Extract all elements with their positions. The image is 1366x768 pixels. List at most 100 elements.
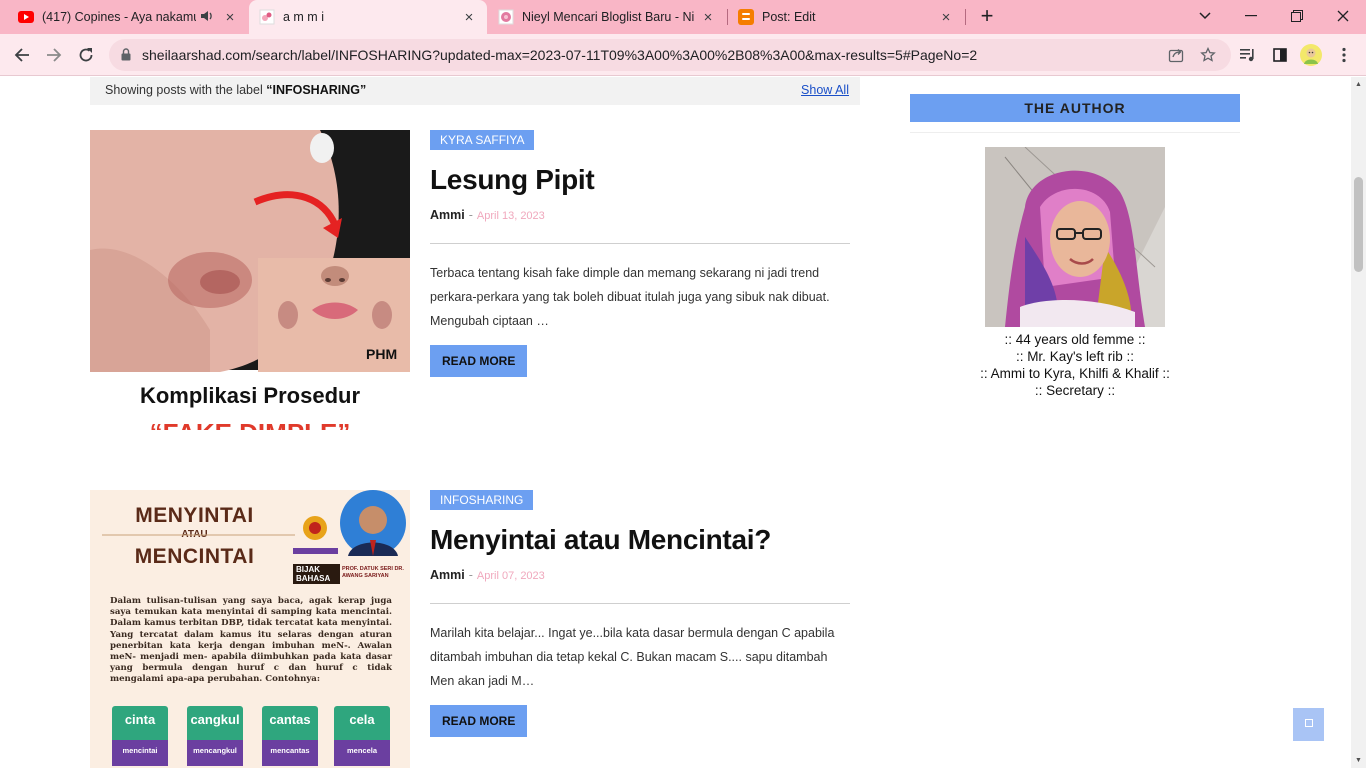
post-thumbnail[interactable]: MENYINTAI ATAU MENCINTAI BIJAK BAHASA PR… <box>90 490 410 768</box>
tab-separator <box>965 9 966 25</box>
label-name: “INFOSHARING” <box>266 83 367 97</box>
restore-icon[interactable] <box>1274 0 1320 32</box>
word-card: cela mencela <box>334 706 390 766</box>
word-root: cinta <box>124 712 156 727</box>
category-badge[interactable]: KYRA SAFFIYA <box>430 130 535 150</box>
tab-nieyl[interactable]: Nieyl Mencari Bloglist Baru - Nie × <box>488 0 726 34</box>
tab-title: a m m i <box>283 10 324 24</box>
divider <box>910 132 1240 133</box>
chrome-menu-icon[interactable] <box>1330 41 1358 69</box>
close-tab-icon[interactable]: × <box>700 9 716 26</box>
bookmark-star-icon[interactable] <box>1198 45 1218 65</box>
new-tab-button[interactable]: + <box>976 4 998 28</box>
post-author[interactable]: Ammi <box>430 208 465 222</box>
lock-icon[interactable] <box>121 48 131 66</box>
thumb-tag-2: BAHASA <box>296 574 331 583</box>
read-more-button[interactable]: READ MORE <box>430 345 528 377</box>
author-bio-line: :: 44 years old femme :: <box>1004 332 1146 347</box>
word-derived: mencela <box>334 740 390 766</box>
word-card: cangkul mencangkul <box>187 706 243 766</box>
blogger-icon <box>738 9 754 25</box>
divider <box>430 243 850 244</box>
author-bio-line: :: Ammi to Kyra, Khilfi & Khalif :: <box>980 366 1170 381</box>
tab-title: Post: Edit <box>762 10 816 24</box>
post-excerpt: Terbaca tentang kisah fake dimple dan me… <box>430 266 830 328</box>
tab-strip: (417) Copines - Aya nakamu × a m m i × N… <box>0 0 1366 34</box>
post-meta: Ammi - April 13, 2023 <box>430 208 860 222</box>
thumbnail-watermark: PHM <box>366 346 398 362</box>
meta-separator: - <box>468 568 473 582</box>
reload-icon[interactable] <box>72 41 100 69</box>
word-derived: mencantas <box>262 740 318 766</box>
blog-favicon <box>498 9 514 25</box>
thumbnail-caption-line1: Komplikasi Prosedur <box>139 383 361 408</box>
tab-youtube[interactable]: (417) Copines - Aya nakamu × <box>8 0 248 34</box>
page-viewport: Showing posts with the label “INFOSHARIN… <box>0 77 1351 768</box>
read-more-button[interactable]: READ MORE <box>430 705 528 737</box>
thumb-person: PROF. DATUK SERI DR. AWANG SARIYAN <box>342 566 404 579</box>
post-date: April 07, 2023 <box>476 570 545 582</box>
tab-title: (417) Copines - Aya nakamu <box>42 10 196 24</box>
author-bio: :: 44 years old femme :: :: Mr. Kay's le… <box>910 331 1240 399</box>
thumb-body: Dalam tulisan-tulisan yang saya baca, ag… <box>110 596 392 685</box>
thumb-tag-1: BIJAK <box>296 565 321 574</box>
post-card: PHM Komplikasi Prosedur “FAKE DIMPLE” KY… <box>90 130 860 430</box>
browser-toolbar: sheilaarshad.com/search/label/INFOSHARIN… <box>0 34 1366 76</box>
post-thumbnail[interactable]: PHM Komplikasi Prosedur “FAKE DIMPLE” <box>90 130 410 430</box>
category-badge[interactable]: INFOSHARING <box>430 490 534 510</box>
close-window-icon[interactable] <box>1320 0 1366 32</box>
share-icon[interactable] <box>1166 45 1186 65</box>
word-derived: mencangkul <box>187 740 243 766</box>
author-bio-line: :: Secretary :: <box>1034 383 1116 398</box>
post-author[interactable]: Ammi <box>430 568 465 582</box>
media-control-icon[interactable] <box>1234 41 1262 69</box>
post-excerpt: Marilah kita belajar... Ingat ye...bila … <box>430 626 835 688</box>
url-text[interactable]: sheilaarshad.com/search/label/INFOSHARIN… <box>142 47 977 63</box>
speaker-icon[interactable] <box>200 10 216 25</box>
address-bar[interactable]: sheilaarshad.com/search/label/INFOSHARIN… <box>109 39 1231 71</box>
word-card: cantas mencantas <box>262 706 318 766</box>
author-photo <box>985 147 1165 327</box>
tab-ammi[interactable]: a m m i × <box>249 0 487 34</box>
scroll-up-icon[interactable]: ▲ <box>1355 81 1362 88</box>
scrollbar-thumb[interactable] <box>1354 177 1363 272</box>
divider <box>430 603 850 604</box>
show-all-link[interactable]: Show All <box>801 83 849 97</box>
word-derived: mencintai <box>112 740 168 766</box>
post-date: April 13, 2023 <box>476 210 545 222</box>
tab-search-icon[interactable] <box>1182 0 1228 32</box>
post-content: KYRA SAFFIYA Lesung Pipit Ammi - April 13,… <box>430 130 860 377</box>
post-title[interactable]: Menyintai atau Mencintai? <box>430 524 860 556</box>
tab-title: Nieyl Mencari Bloglist Baru - Nie <box>522 10 694 24</box>
profile-avatar[interactable] <box>1297 41 1325 69</box>
side-panel-icon[interactable] <box>1266 41 1294 69</box>
post-card: MENYINTAI ATAU MENCINTAI BIJAK BAHASA PR… <box>90 490 860 768</box>
close-tab-icon[interactable]: × <box>938 9 954 26</box>
back-to-top-button[interactable] <box>1293 708 1324 741</box>
word-root: cantas <box>269 712 311 727</box>
word-root: cela <box>349 712 375 727</box>
back-icon[interactable] <box>8 41 36 69</box>
post-content: INFOSHARING Menyintai atau Mencintai? Am… <box>430 490 860 737</box>
post-title[interactable]: Lesung Pipit <box>430 164 860 196</box>
tab-post-edit[interactable]: Post: Edit × <box>728 0 964 34</box>
forward-icon[interactable] <box>40 41 68 69</box>
word-root: cangkul <box>190 712 240 727</box>
label-status-bar: Showing posts with the label “INFOSHARIN… <box>90 77 860 105</box>
page-scrollbar[interactable]: ▲ ▼ <box>1351 77 1366 768</box>
word-card: cinta mencintai <box>112 706 168 766</box>
youtube-icon <box>18 9 34 25</box>
close-tab-icon[interactable]: × <box>461 9 477 26</box>
scroll-down-icon[interactable]: ▼ <box>1355 757 1362 764</box>
arrow-up-icon <box>1304 719 1313 730</box>
meta-separator: - <box>468 208 473 222</box>
minimize-icon[interactable] <box>1228 0 1274 32</box>
author-bio-line: :: Mr. Kay's left rib :: <box>1015 349 1135 364</box>
thumbnail-caption-line2: “FAKE DIMPLE” <box>90 418 410 430</box>
sidebar-heading: THE AUTHOR <box>910 94 1240 122</box>
post-meta: Ammi - April 07, 2023 <box>430 568 860 582</box>
label-status-text: Showing posts with the label “INFOSHARIN… <box>105 83 366 97</box>
close-tab-icon[interactable]: × <box>222 9 238 26</box>
label-prefix: Showing posts with the label <box>105 83 263 97</box>
blog-favicon <box>259 9 275 25</box>
